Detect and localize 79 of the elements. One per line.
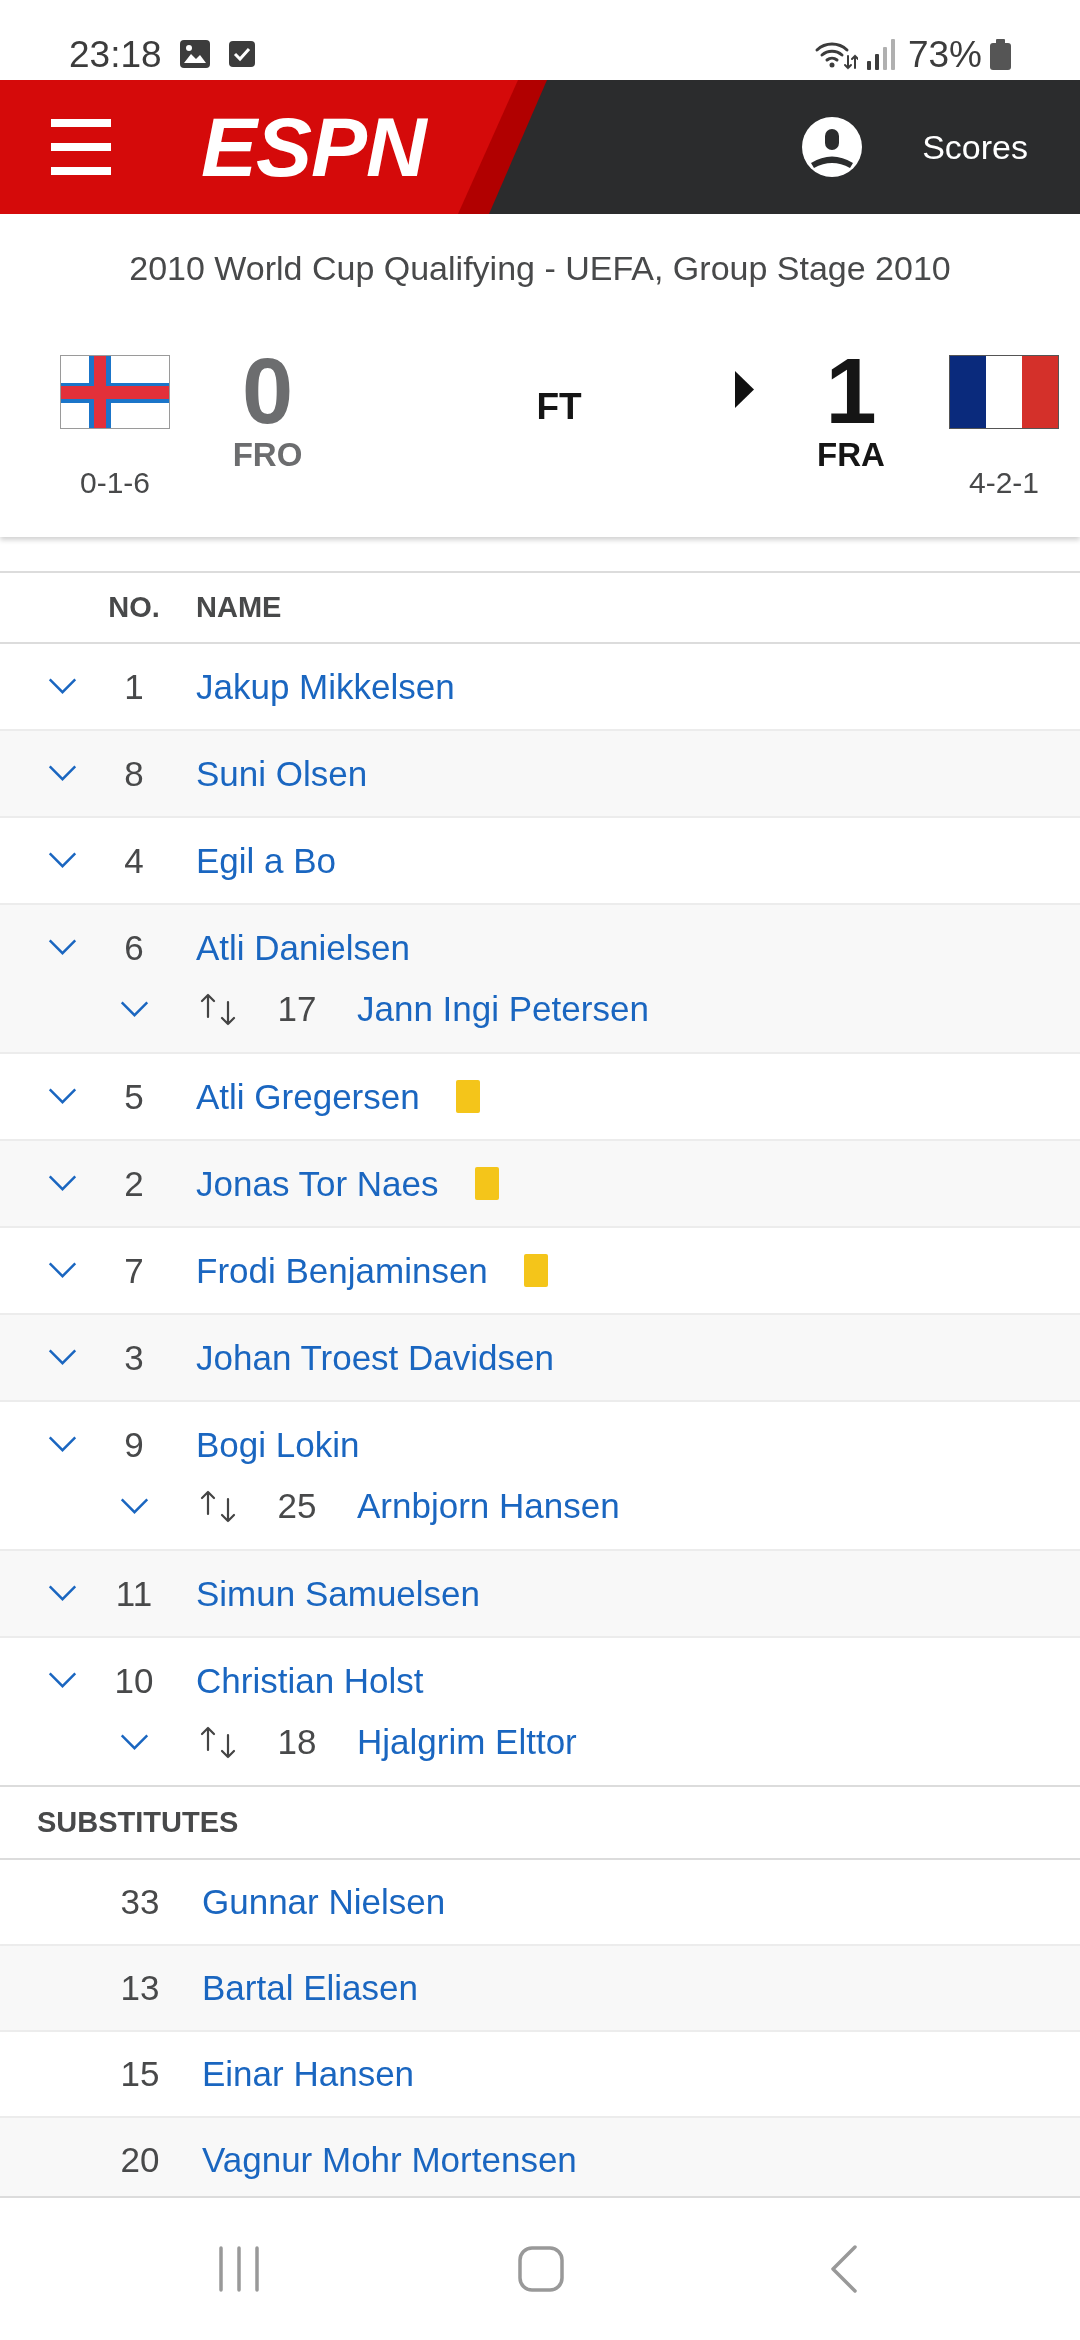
back-icon[interactable] (831, 2245, 857, 2293)
battery-icon (990, 38, 1011, 70)
cross-flag-icon (60, 355, 170, 429)
menu-icon[interactable] (51, 119, 111, 175)
jersey-number: 13 (119, 1968, 161, 2008)
tricolor-flag-icon (949, 355, 1059, 429)
player-name-link[interactable]: Jonas Tor Naes (196, 1163, 439, 1204)
jersey-number: 20 (119, 2140, 161, 2180)
jersey-number: 11 (114, 1573, 154, 1614)
team-record: 4-2-1 (968, 465, 1039, 501)
player-name-link[interactable]: Jakup Mikkelsen (196, 666, 455, 707)
image-icon (178, 39, 211, 69)
chevron-down-icon[interactable] (48, 1672, 77, 1689)
jersey-number: 8 (123, 753, 145, 794)
team-score: 0 (241, 345, 294, 437)
caret-right-icon (735, 371, 754, 408)
player-name-link[interactable]: Einar Hansen (202, 2054, 415, 2093)
scores-link[interactable]: Scores (922, 127, 1028, 167)
signal-icon (866, 38, 895, 70)
chevron-down-icon[interactable] (48, 765, 77, 782)
player-name-link[interactable]: Gunnar Nielsen (202, 1882, 446, 1921)
recent-apps-icon[interactable] (219, 2246, 259, 2292)
jersey-number: 9 (123, 1424, 145, 1465)
chevron-down-icon[interactable] (48, 1349, 77, 1366)
jersey-number: 15 (119, 2054, 161, 2094)
status-time: 23:18 (69, 35, 162, 73)
chevron-down-icon[interactable] (48, 678, 77, 695)
battery-percentage: 73% (907, 35, 982, 73)
player-name-link[interactable]: Vagnur Mohr Mortensen (202, 2140, 577, 2179)
jersey-number: 2 (123, 1163, 145, 1204)
team-abbreviation: FRO (232, 437, 303, 473)
player-name-link[interactable]: Arnbjorn Hansen (357, 1486, 620, 1526)
team-score: 1 (825, 345, 877, 437)
match-status: FT (536, 386, 582, 427)
chevron-down-icon[interactable] (48, 1088, 77, 1105)
chevron-down-icon[interactable] (120, 1497, 149, 1515)
team-record: 0-1-6 (79, 465, 150, 501)
chevron-down-icon[interactable] (120, 1733, 149, 1751)
jersey-number: 18 (276, 1722, 318, 1762)
player-name-link[interactable]: Atli Danielsen (196, 927, 410, 968)
jersey-number: 25 (276, 1486, 318, 1526)
player-name-link[interactable]: Frodi Benjaminsen (196, 1250, 488, 1291)
player-name-link[interactable]: Johan Troest Davidsen (196, 1337, 554, 1378)
swap-arrows-icon (199, 1489, 237, 1523)
player-name-link[interactable]: Atli Gregersen (196, 1076, 420, 1117)
chevron-down-icon[interactable] (48, 1175, 77, 1192)
player-name-link[interactable]: Christian Holst (196, 1660, 424, 1701)
chevron-down-icon[interactable] (48, 939, 77, 956)
player-name-link[interactable]: Bartal Eliasen (202, 1968, 418, 2007)
jersey-number: 33 (119, 1882, 161, 1922)
chevron-down-icon[interactable] (120, 1000, 149, 1018)
chevron-down-icon[interactable] (48, 852, 77, 869)
competition-title: 2010 World Cup Qualifying - UEFA, Group Stage 2010 (128, 248, 952, 288)
player-name-link[interactable]: Bogi Lokin (196, 1424, 360, 1465)
team-abbreviation: FRA (817, 437, 885, 473)
swap-arrows-icon (199, 992, 237, 1026)
column-header: NO. (107, 591, 161, 624)
swap-arrows-icon (199, 1725, 237, 1759)
jersey-number: 5 (123, 1076, 145, 1117)
jersey-number: 7 (123, 1250, 145, 1291)
player-name-link[interactable]: Suni Olsen (196, 753, 368, 794)
chevron-down-icon[interactable] (48, 1436, 77, 1453)
player-name-link[interactable]: Simun Samuelsen (196, 1573, 481, 1614)
home-icon[interactable] (518, 2246, 564, 2292)
player-name-link[interactable]: Hjalgrim Elttor (357, 1722, 577, 1762)
player-name-link[interactable]: Egil a Bo (196, 840, 337, 881)
jersey-number: 1 (123, 666, 145, 707)
column-header: NAME (195, 591, 282, 624)
player-name-link[interactable]: Jann Ingi Petersen (357, 989, 649, 1029)
jersey-number: 4 (123, 840, 145, 881)
jersey-number: 6 (123, 927, 145, 968)
jersey-number: 3 (123, 1337, 145, 1378)
profile-icon[interactable] (802, 117, 863, 177)
section-heading: SUBSTITUTES (37, 1806, 239, 1839)
chevron-down-icon[interactable] (48, 1262, 77, 1279)
chevron-down-icon[interactable] (48, 1585, 77, 1602)
checkbox-icon (228, 39, 255, 69)
jersey-number: 10 (113, 1660, 155, 1701)
jersey-number: 17 (276, 989, 318, 1029)
